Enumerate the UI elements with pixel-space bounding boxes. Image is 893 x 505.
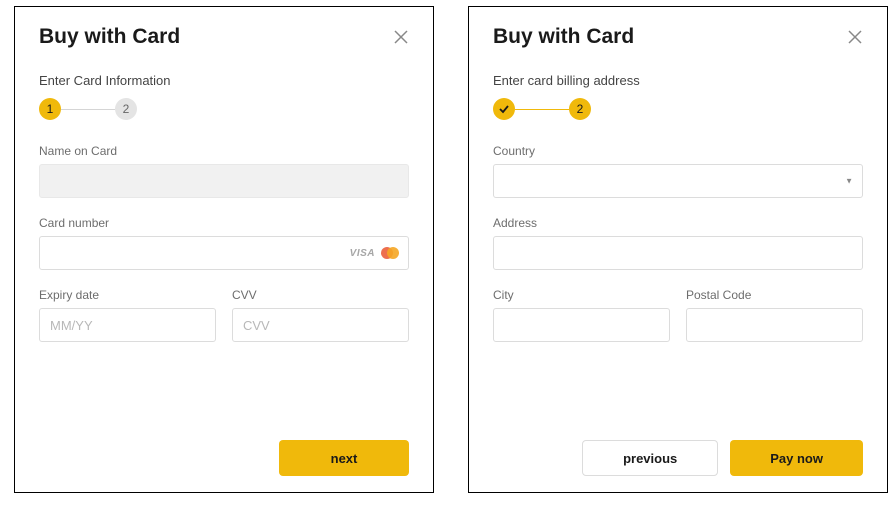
city-label: City (493, 288, 670, 302)
address-input[interactable] (493, 236, 863, 270)
close-icon[interactable] (393, 29, 409, 45)
modal-title: Buy with Card (39, 25, 180, 49)
modal-footer: previous Pay now (493, 440, 863, 476)
step-1-indicator: 1 (39, 98, 61, 120)
pay-now-button[interactable]: Pay now (730, 440, 863, 476)
expiry-field: Expiry date (39, 288, 216, 342)
buy-card-modal-step2: Buy with Card Enter card billing address… (468, 6, 888, 493)
expiry-label: Expiry date (39, 288, 216, 302)
name-on-card-label: Name on Card (39, 144, 409, 158)
step-connector (515, 109, 569, 110)
city-field: City (493, 288, 670, 342)
postal-label: Postal Code (686, 288, 863, 302)
section-label: Enter Card Information (39, 73, 409, 88)
modal-title: Buy with Card (493, 25, 634, 49)
card-number-label: Card number (39, 216, 409, 230)
mastercard-icon (379, 246, 401, 260)
address-field: Address (493, 216, 863, 270)
close-icon[interactable] (847, 29, 863, 45)
name-on-card-field: Name on Card (39, 144, 409, 198)
stepper: 1 2 (39, 98, 409, 120)
card-brand-icons: VISA (350, 246, 401, 260)
country-label: Country (493, 144, 863, 158)
section-label: Enter card billing address (493, 73, 863, 88)
address-label: Address (493, 216, 863, 230)
postal-field: Postal Code (686, 288, 863, 342)
step-connector (61, 109, 115, 110)
expiry-input[interactable] (39, 308, 216, 342)
cvv-field: CVV (232, 288, 409, 342)
visa-icon: VISA (350, 248, 375, 259)
country-select[interactable] (493, 164, 863, 198)
next-button[interactable]: next (279, 440, 409, 476)
modal-header: Buy with Card (39, 25, 409, 49)
country-field: Country ▼ (493, 144, 863, 198)
step-2-indicator: 2 (115, 98, 137, 120)
step-1-indicator (493, 98, 515, 120)
name-on-card-input[interactable] (39, 164, 409, 198)
postal-input[interactable] (686, 308, 863, 342)
city-input[interactable] (493, 308, 670, 342)
stepper: 2 (493, 98, 863, 120)
cvv-label: CVV (232, 288, 409, 302)
buy-card-modal-step1: Buy with Card Enter Card Information 1 2… (14, 6, 434, 493)
step-2-indicator: 2 (569, 98, 591, 120)
modal-footer: next (39, 440, 409, 476)
previous-button[interactable]: previous (582, 440, 718, 476)
modal-header: Buy with Card (493, 25, 863, 49)
card-number-field: Card number VISA (39, 216, 409, 270)
cvv-input[interactable] (232, 308, 409, 342)
